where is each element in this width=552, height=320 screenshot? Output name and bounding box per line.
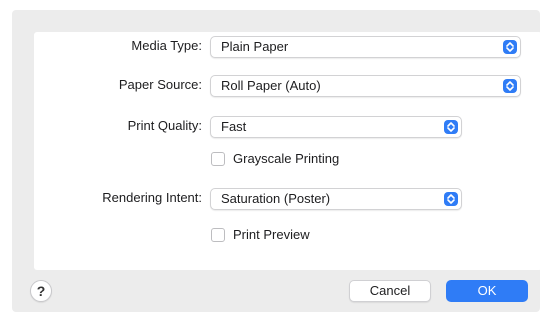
rendering-intent-popup[interactable]: Saturation (Poster): [210, 188, 462, 210]
chevron-up-down-icon: [444, 120, 458, 134]
print-quality-value: Fast: [221, 119, 247, 134]
grayscale-printing-option[interactable]: Grayscale Printing: [211, 151, 391, 169]
question-mark-icon: ?: [36, 283, 46, 299]
rendering-intent-label: Rendering Intent:: [102, 190, 202, 205]
paper-source-label: Paper Source:: [118, 77, 202, 92]
paper-source-popup[interactable]: Roll Paper (Auto): [210, 75, 521, 97]
print-preview-option[interactable]: Print Preview: [211, 227, 361, 245]
chevron-up-down-icon: [444, 192, 458, 206]
media-type-label: Media Type:: [131, 38, 202, 53]
print-quality-popup[interactable]: Fast: [210, 116, 462, 138]
media-type-popup[interactable]: Plain Paper: [210, 36, 521, 58]
grayscale-printing-label: Grayscale Printing: [233, 151, 340, 166]
grayscale-printing-checkbox[interactable]: [211, 152, 225, 166]
chevron-up-down-icon: [503, 79, 517, 93]
print-preview-checkbox[interactable]: [211, 228, 225, 242]
help-button[interactable]: ?: [30, 280, 52, 302]
ok-button[interactable]: OK: [446, 280, 528, 302]
media-type-value: Plain Paper: [221, 39, 289, 54]
print-preview-label: Print Preview: [233, 227, 310, 242]
chevron-up-down-icon: [503, 40, 517, 54]
paper-source-value: Roll Paper (Auto): [221, 78, 321, 93]
print-quality-label: Print Quality:: [127, 118, 202, 133]
cancel-button[interactable]: Cancel: [349, 280, 431, 302]
rendering-intent-value: Saturation (Poster): [221, 191, 331, 206]
